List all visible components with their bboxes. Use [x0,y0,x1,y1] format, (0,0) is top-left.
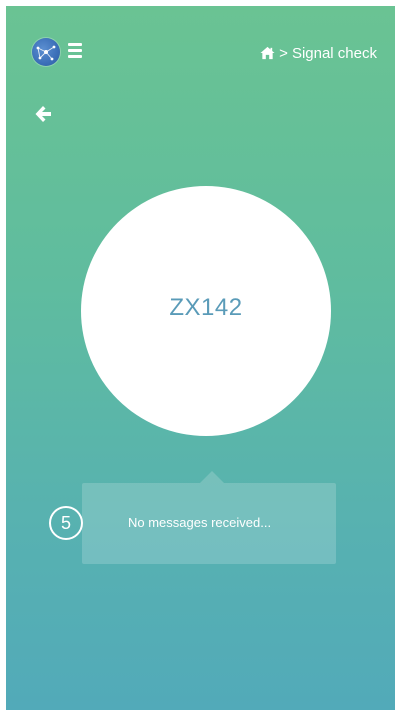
step-number-badge: 5 [49,506,83,540]
status-message-box: No messages received... [82,471,336,564]
hamburger-menu-icon[interactable] [66,42,88,60]
breadcrumb: > Signal check [260,43,377,63]
breadcrumb-separator: > [279,44,288,62]
home-icon[interactable] [260,46,275,60]
arrow-left-icon[interactable] [33,103,55,125]
status-message: No messages received... [128,515,272,530]
breadcrumb-current: Signal check [291,44,377,62]
tooltip-pointer [200,471,224,483]
device-circle: ZX142 [81,186,331,436]
app-logo-globe-icon[interactable] [32,38,60,66]
device-id: ZX142 [169,294,243,321]
app-screen: > Signal check ZX142 No messages receive… [6,6,395,710]
